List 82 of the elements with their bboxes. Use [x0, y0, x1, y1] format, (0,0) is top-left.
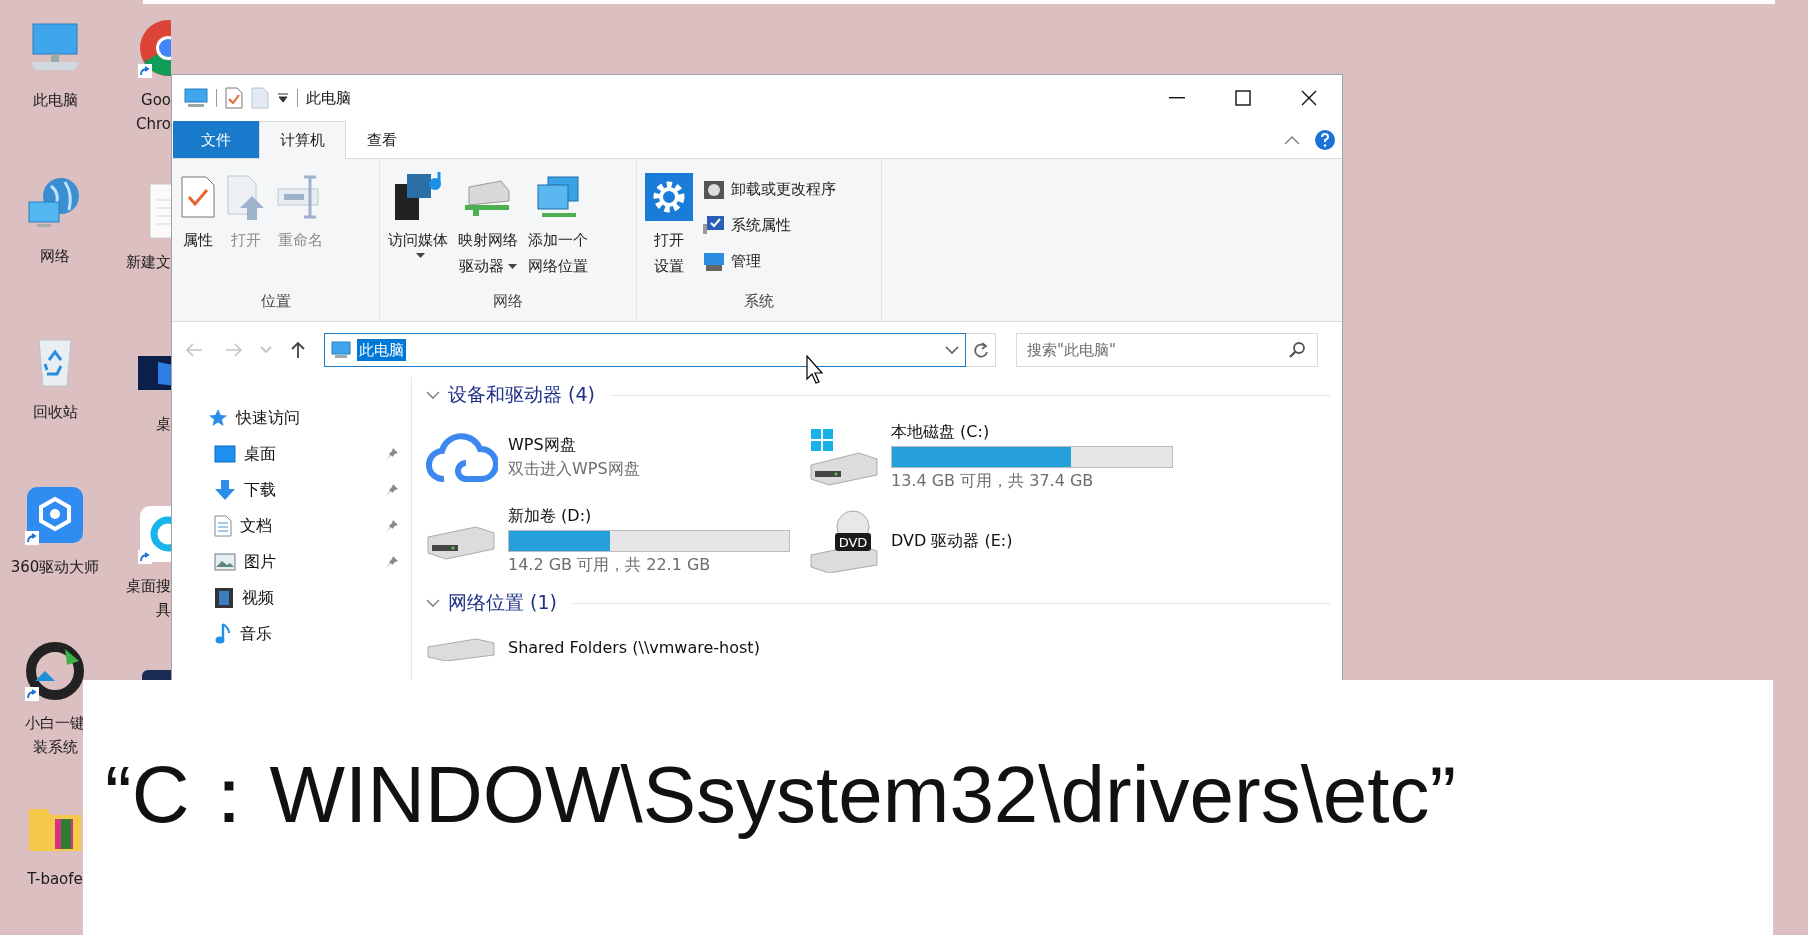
star-icon — [208, 408, 228, 428]
icon-label: 网络 — [40, 245, 70, 267]
caption-text: “C：WINDOW\Ssystem32\drivers\etc” — [105, 748, 1457, 841]
nav-item[interactable]: 快速访问 — [172, 400, 411, 436]
icon-label: 此电脑 — [32, 90, 78, 111]
maximize-icon — [1235, 90, 1251, 106]
icon-label: 桌 — [156, 414, 171, 435]
group-label: 系统 — [744, 292, 774, 312]
drive-name[interactable]: Shared Folders (\\vmware-host) — [508, 637, 760, 657]
drive-name[interactable]: WPS网盘 — [508, 434, 640, 456]
nav-item[interactable]: 下载 — [172, 472, 411, 508]
page-up-arrow-icon — [226, 174, 266, 220]
refresh-icon — [972, 340, 989, 359]
computer-manage-icon — [703, 250, 725, 272]
refresh-button[interactable] — [966, 332, 996, 367]
icon-label: T-baofe — [27, 869, 83, 891]
music-note-icon — [214, 623, 232, 645]
section-header[interactable]: 网络位置 (1) — [426, 587, 1330, 619]
picture-icon — [214, 553, 236, 571]
computer-icon — [184, 88, 208, 108]
back-arrow-icon — [185, 341, 203, 358]
film-strip-icon — [214, 587, 234, 609]
capacity-text: 14.2 GB 可用，共 22.1 GB — [508, 555, 712, 576]
network-drive-icon — [463, 177, 513, 217]
drive-name[interactable]: 本地磁盘 (C:) — [891, 422, 1173, 443]
nav-item[interactable]: 桌面 — [172, 436, 411, 472]
window-title: 此电脑 — [306, 88, 351, 108]
group-label: 网络 — [493, 292, 523, 312]
settings-icon — [645, 173, 693, 221]
ribbon-button[interactable]: 映射网络 驱动器 — [454, 169, 522, 281]
checked-page-icon[interactable] — [225, 87, 243, 109]
minimize-icon — [1169, 97, 1185, 99]
computer-icon — [331, 340, 351, 359]
nav-item[interactable]: 视频 — [172, 580, 411, 616]
icon-label: 小白一键 装系统 — [25, 713, 85, 759]
monitor-check-icon — [703, 214, 725, 236]
ribbon-button[interactable]: 打开 设置 — [641, 169, 697, 281]
up-arrow-icon — [290, 340, 306, 359]
section-header[interactable]: 设备和驱动器 (4) — [426, 379, 1330, 411]
ribbon-button[interactable]: 属性 — [176, 169, 220, 255]
drive-name[interactable]: 新加卷 (D:) — [508, 506, 790, 527]
nav-item[interactable]: 音乐 — [172, 616, 411, 652]
ribbon-button[interactable]: 卸载或更改程序 — [699, 173, 840, 205]
address-field[interactable]: 此电脑 — [324, 332, 966, 367]
nav-item[interactable]: 图片 — [172, 544, 411, 580]
search-icon[interactable] — [1288, 340, 1306, 359]
file-menu-tab[interactable]: 文件 — [173, 121, 259, 158]
help-icon[interactable] — [1314, 128, 1336, 151]
drive-name[interactable]: DVD 驱动器 (E:) — [891, 530, 1013, 552]
media-server-icon — [393, 172, 443, 222]
ribbon-button[interactable]: 访问媒体 — [384, 169, 452, 261]
gear-app-icon — [25, 485, 85, 546]
chevron-down-icon[interactable] — [945, 345, 959, 354]
ribbon-button[interactable]: 管理 — [699, 245, 840, 277]
ribbon-button[interactable]: 添加一个 网络位置 — [524, 169, 592, 281]
icon-label: 回收站 — [32, 401, 78, 423]
capacity-text: 13.4 GB 可用，共 37.4 GB — [891, 471, 1095, 492]
drive-description: 双击进入WPS网盘 — [508, 458, 640, 480]
icon-label: 360驱动大师 — [10, 557, 100, 579]
ribbon-button[interactable]: 系统属性 — [699, 209, 840, 241]
network-monitors-icon — [536, 175, 580, 219]
ribbon-tab[interactable]: 计算机 — [259, 121, 346, 159]
download-arrow-icon — [214, 479, 236, 501]
address-path: 此电脑 — [357, 338, 406, 361]
group-label: 位置 — [260, 292, 291, 312]
dropdown-caret-icon[interactable] — [277, 93, 289, 103]
windows-drive-icon — [809, 427, 881, 487]
search-field[interactable]: 搜索"此电脑" — [1016, 332, 1318, 367]
desktop-icon — [214, 445, 236, 463]
icon-label: Goo Chro — [136, 90, 171, 135]
icon-label: 新建文 — [126, 252, 171, 273]
icon-label: 桌面搜 具 — [126, 576, 171, 621]
disc-box-icon — [703, 178, 725, 200]
document-icon — [214, 515, 232, 537]
chevron-down-icon — [260, 345, 272, 354]
close-icon — [1301, 90, 1317, 106]
nav-item[interactable]: 文档 — [172, 508, 411, 544]
forward-arrow-icon — [225, 341, 243, 358]
mouse-pointer-icon — [806, 355, 826, 385]
checked-page-icon — [180, 175, 216, 219]
collapse-chevron-icon[interactable] — [1284, 134, 1300, 145]
ribbon-tab[interactable]: 查看 — [346, 121, 418, 158]
